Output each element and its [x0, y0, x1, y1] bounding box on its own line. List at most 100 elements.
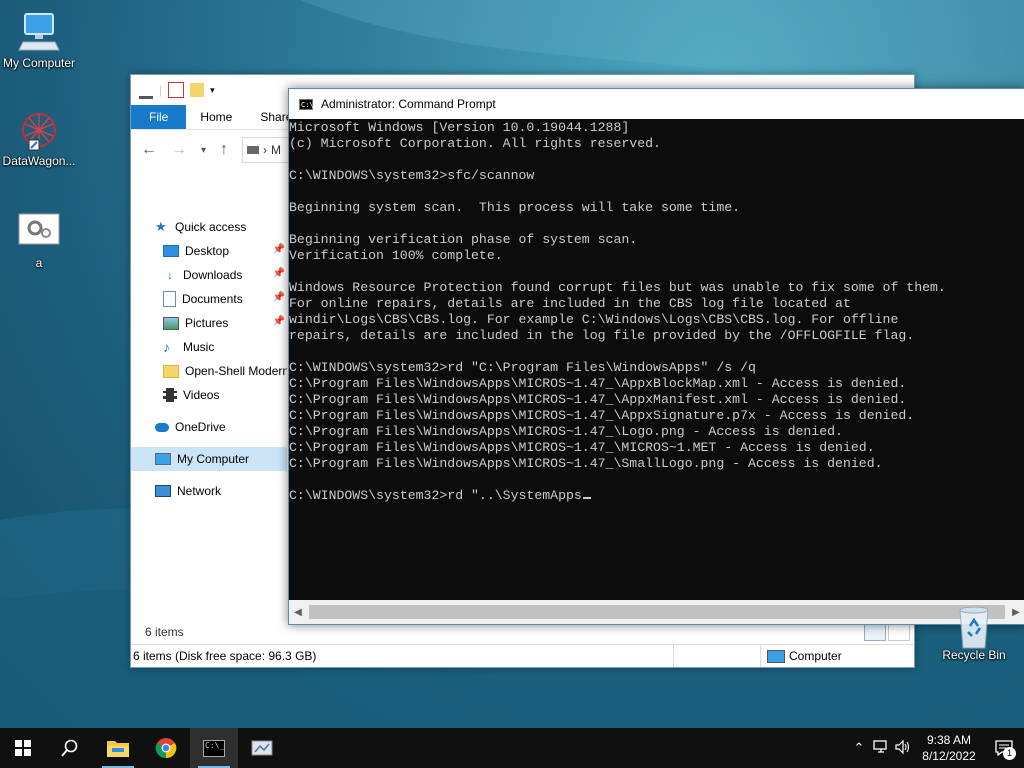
action-center-button[interactable]: 1: [984, 728, 1024, 768]
back-arrow-icon[interactable]: ←: [141, 141, 157, 159]
chevron-up-icon[interactable]: ⌃: [848, 740, 870, 756]
taskbar-file-explorer[interactable]: [94, 728, 142, 768]
console-line: Verification 100% complete.: [289, 248, 503, 263]
window-title: Administrator: Command Prompt: [321, 97, 496, 111]
desktop-icon-label: DataWagon...: [2, 154, 76, 168]
film-icon: [163, 388, 177, 402]
pin-icon: 📌: [272, 292, 285, 303]
nav-item-downloads[interactable]: ↓ Downloads 📌: [131, 263, 287, 287]
computer-small-icon: [247, 146, 260, 154]
volume-icon[interactable]: [892, 739, 914, 757]
nav-label: Desktop: [185, 244, 230, 258]
tab-home[interactable]: Home: [186, 105, 246, 129]
server-manager-icon: [251, 740, 273, 756]
properties-check-icon[interactable]: [168, 82, 185, 98]
nav-item-documents[interactable]: Documents 📌: [131, 287, 287, 311]
status-location-label: Computer: [789, 649, 842, 663]
status-location: Computer: [760, 645, 907, 667]
horizontal-scrollbar[interactable]: ◀ ▶: [289, 600, 1024, 624]
up-arrow-icon[interactable]: ↑: [220, 141, 228, 159]
console-line: C:\Program Files\WindowsApps\MICROS~1.47…: [289, 456, 883, 471]
notification-badge: 1: [1003, 747, 1016, 760]
nav-label: Videos: [183, 388, 220, 402]
network-tray-icon[interactable]: [870, 739, 892, 757]
console-line: C:\Program Files\WindowsApps\MICROS~1.47…: [289, 440, 875, 455]
separator: |: [159, 83, 163, 97]
document-icon: [163, 291, 176, 307]
nav-label: Pictures: [185, 316, 229, 330]
navigation-pane: ★ Quick access Desktop 📌 ↓ Downloads 📌 D…: [131, 215, 287, 503]
pin-icon: 📌: [272, 244, 285, 255]
console-line: Windows Resource Protection found corrup…: [289, 280, 946, 295]
nav-item-videos[interactable]: Videos: [131, 383, 287, 407]
desktop-icon-recycle-bin[interactable]: Recycle Bin: [936, 602, 1012, 662]
desktop-icon-a[interactable]: a: [1, 210, 77, 270]
download-arrow-icon: ↓: [167, 268, 173, 282]
nav-item-music[interactable]: ♪ Music: [131, 335, 287, 359]
nav-label: Open-Shell Modern: [185, 364, 287, 378]
console-line: C:\WINDOWS\system32>rd "C:\Program Files…: [289, 360, 756, 375]
network-icon: [155, 485, 171, 497]
nav-label: My Computer: [177, 452, 250, 466]
nav-item-desktop[interactable]: Desktop 📌: [131, 239, 287, 263]
new-folder-icon[interactable]: [190, 83, 205, 97]
music-note-icon: ♪: [163, 339, 170, 355]
recent-chevron-icon[interactable]: ▾: [201, 145, 206, 156]
status-disk-space: 6 items (Disk free space: 96.3 GB): [133, 649, 317, 663]
start-button[interactable]: [0, 728, 46, 768]
console-line: C:\Program Files\WindowsApps\MICROS~1.47…: [289, 424, 843, 439]
taskbar-chrome[interactable]: [142, 728, 190, 768]
console-prompt-line[interactable]: C:\WINDOWS\system32>rd "..\SystemApps: [289, 488, 1024, 504]
command-prompt-icon: C:\: [299, 98, 314, 110]
tab-file[interactable]: File: [131, 105, 187, 129]
console-line: C:\Program Files\WindowsApps\MICROS~1.47…: [289, 376, 907, 391]
address-text: M: [271, 143, 282, 157]
command-prompt-window[interactable]: C:\ Administrator: Command Prompt Micros…: [288, 88, 1024, 625]
nav-onedrive[interactable]: OneDrive: [131, 415, 287, 439]
clock[interactable]: 9:38 AM 8/12/2022: [914, 732, 984, 764]
pin-icon: 📌: [272, 316, 285, 327]
taskbar-command-prompt[interactable]: C:\_: [190, 728, 238, 768]
desktop-icon-label: My Computer: [2, 56, 76, 70]
nav-item-pictures[interactable]: Pictures 📌: [131, 311, 287, 335]
clock-date: 8/12/2022: [922, 749, 976, 763]
desktop-icon-label: a: [35, 256, 43, 270]
nav-label: Music: [183, 340, 215, 354]
nav-quick-access[interactable]: ★ Quick access: [131, 215, 287, 239]
gear-file-icon: [15, 210, 63, 254]
scrollbar-thumb[interactable]: [309, 605, 1005, 619]
console-line: Beginning system scan. This process will…: [289, 200, 741, 215]
chrome-icon: [155, 738, 177, 759]
console-line: C:\Program Files\WindowsApps\MICROS~1.47…: [289, 392, 907, 407]
clock-time: 9:38 AM: [926, 733, 972, 747]
console-line: Beginning verification phase of system s…: [289, 232, 638, 247]
items-count: 6 items: [145, 625, 184, 639]
forward-arrow-icon[interactable]: →: [171, 141, 187, 159]
console-output[interactable]: Microsoft Windows [Version 10.0.19044.12…: [289, 119, 1024, 600]
monitor-icon: [767, 649, 785, 663]
nav-label: Documents: [182, 292, 243, 306]
console-line: For online repairs, details are included…: [289, 296, 851, 311]
search-button[interactable]: [46, 728, 94, 768]
console-line: C:\WINDOWS\system32>sfc/scannow: [289, 168, 535, 183]
desktop-icon-my-computer[interactable]: My Computer: [1, 10, 77, 70]
pictures-icon: [163, 316, 179, 330]
search-icon: [61, 739, 78, 757]
status-divider: [673, 645, 760, 667]
chevron-down-icon[interactable]: ▾: [210, 85, 215, 96]
nav-network[interactable]: Network: [131, 479, 287, 503]
desktop-icon-label: Recycle Bin: [942, 648, 1006, 662]
monitor-icon: [155, 453, 171, 465]
console-prompt-text: C:\WINDOWS\system32>rd "..\SystemApps: [289, 488, 582, 503]
nav-label: Network: [177, 484, 222, 498]
computer-small-icon[interactable]: [139, 82, 153, 99]
desktop-icon-datawagon[interactable]: DataWagon...: [1, 108, 77, 168]
taskbar-server-manager[interactable]: [238, 728, 286, 768]
nav-item-open-shell[interactable]: Open-Shell Modern: [131, 359, 287, 383]
window-titlebar[interactable]: C:\ Administrator: Command Prompt: [289, 89, 1024, 119]
scroll-left-icon[interactable]: ◀: [289, 607, 307, 618]
nav-my-computer[interactable]: My Computer: [131, 447, 287, 471]
